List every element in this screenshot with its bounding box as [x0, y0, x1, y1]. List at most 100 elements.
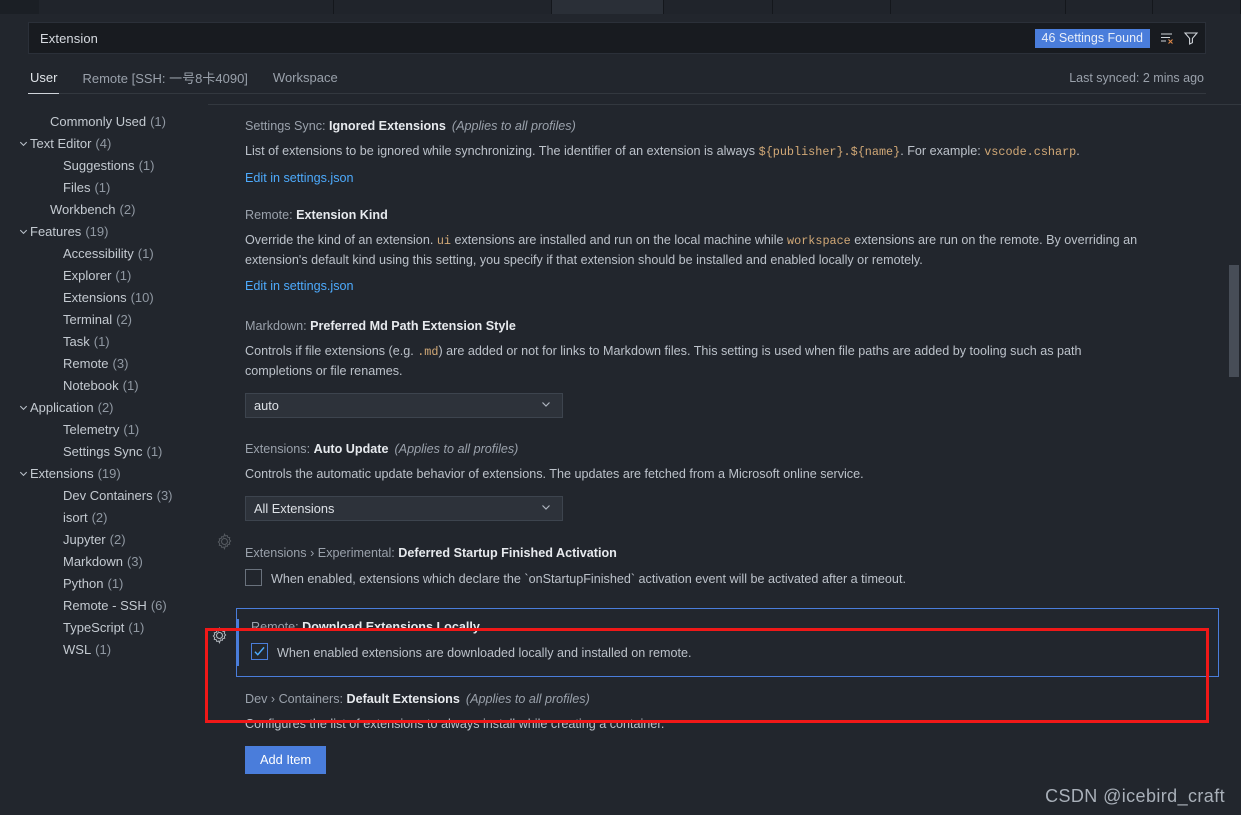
settings-search-area: Extension 46 Settings Found [28, 22, 1206, 54]
setting-title: Remote: Extension Kind [245, 207, 1181, 224]
editor-tab-active[interactable] [552, 0, 664, 14]
toc-item-settings-sync[interactable]: Settings Sync (1) [0, 440, 208, 462]
chevron-down-icon[interactable] [16, 462, 30, 484]
deferred-activation-checkbox-row[interactable]: When enabled, extensions which declare t… [245, 569, 1181, 588]
md-path-style-dropdown[interactable]: auto [245, 393, 563, 418]
toc-item-terminal[interactable]: Terminal (2) [0, 308, 208, 330]
toc-item-remote[interactable]: Remote (3) [0, 352, 208, 374]
setting-title: Remote: Download Extensions Locally [251, 619, 1198, 636]
toc-item-typescript[interactable]: TypeScript (1) [0, 616, 208, 638]
toc-item-label: Explorer [63, 267, 112, 283]
funnel-filter-icon[interactable] [1181, 28, 1201, 48]
toc-item-label: Workbench [50, 201, 116, 217]
toc-item-count: (2) [91, 509, 108, 525]
setting-remote-download-extensions-locally[interactable]: Remote: Download Extensions Locally When… [212, 608, 1219, 677]
chevron-down-icon[interactable] [16, 132, 30, 154]
toc-item-label: Terminal [63, 311, 113, 327]
setting-extensions-auto-update[interactable]: Extensions: Auto Update (Applies to all p… [208, 424, 1241, 527]
setting-title: Extensions: Auto Update (Applies to all p… [245, 441, 1181, 458]
setting-category: Dev › Containers: [245, 692, 347, 706]
settings-toc: Commonly Used (1) Text Editor (4) Suggestion… [0, 104, 208, 815]
desc-part: extensions are installed and run on the … [451, 233, 788, 247]
setting-title: Dev › Containers: Default Extensions (App… [245, 691, 1181, 708]
setting-remote-extension-kind[interactable]: Remote: Extension Kind Override the kind… [208, 193, 1241, 301]
inline-code: vscode.csharp [984, 145, 1077, 159]
editor-tab[interactable] [663, 0, 774, 14]
toc-item-task[interactable]: Task (1) [0, 330, 208, 352]
toc-item-python[interactable]: Python (1) [0, 572, 208, 594]
toc-item-features[interactable]: Features (19) [0, 220, 208, 242]
tab-workspace[interactable]: Workspace [271, 62, 340, 94]
toc-item-files[interactable]: Files (1) [0, 176, 208, 198]
settings-scrollbar[interactable] [1227, 105, 1241, 815]
toc-item-label: isort [63, 509, 88, 525]
download-locally-checkbox-row[interactable]: When enabled extensions are downloaded l… [251, 643, 1198, 662]
auto-update-dropdown[interactable]: All Extensions [245, 496, 563, 521]
setting-extensions-experimental-deferred-startup-finished-activation[interactable]: Extensions › Experimental: Deferred Star… [208, 527, 1241, 594]
scrollbar-thumb[interactable] [1229, 265, 1239, 377]
toc-item-suggestions[interactable]: Suggestions (1) [0, 154, 208, 176]
toc-item-telemetry[interactable]: Telemetry (1) [0, 418, 208, 440]
toc-item-accessibility[interactable]: Accessibility (1) [0, 242, 208, 264]
setting-dev-containers-default-extensions[interactable]: Dev › Containers: Default Extensions (App… [208, 679, 1241, 780]
gear-icon[interactable] [216, 532, 233, 551]
clear-filter-icon[interactable] [1157, 28, 1177, 48]
editor-tab[interactable] [1152, 0, 1241, 14]
edit-in-settings-json-link[interactable]: Edit in settings.json [245, 171, 354, 185]
chevron-down-icon[interactable] [16, 220, 30, 242]
chevron-down-icon[interactable] [16, 396, 30, 418]
setting-name: Download Extensions Locally [302, 620, 480, 634]
setting-description: Override the kind of an extension. ui ex… [245, 231, 1180, 270]
toc-item-count: (3) [126, 553, 143, 569]
edit-in-settings-json-link[interactable]: Edit in settings.json [245, 279, 354, 293]
editor-tab[interactable] [334, 0, 553, 14]
dropdown-value: auto [254, 398, 279, 413]
toc-item-count: (1) [95, 641, 112, 657]
toc-item-remote-ssh[interactable]: Remote - SSH (6) [0, 594, 208, 616]
toc-item-count: (1) [122, 377, 139, 393]
add-item-button[interactable]: Add Item [245, 746, 327, 774]
editor-tab[interactable] [38, 0, 335, 14]
editor-tab[interactable] [1065, 0, 1153, 14]
editor-tab-strip [0, 0, 1241, 14]
setting-category: Markdown: [245, 319, 311, 333]
toc-item-extensions[interactable]: Extensions (19) [0, 462, 208, 484]
setting-settings-sync-ignored-extensions[interactable]: Settings Sync: Ignored Extensions (Applie… [208, 105, 1241, 193]
inline-code: ui [436, 234, 451, 248]
toc-item-count: (2) [119, 201, 136, 217]
inline-code: ${publisher}.${name} [758, 145, 901, 159]
settings-search-box[interactable]: Extension 46 Settings Found [28, 22, 1206, 54]
toc-item-count: (1) [146, 443, 163, 459]
setting-title: Markdown: Preferred Md Path Extension St… [245, 318, 1181, 335]
download-locally-checkbox[interactable] [251, 643, 268, 660]
vscode-settings-window: Extension 46 Settings Found User Remote … [0, 0, 1241, 815]
settings-scope-tabs: User Remote [SSH: 一号8卡4090] Workspace La… [28, 62, 1206, 94]
toc-item-text-editor[interactable]: Text Editor (4) [0, 132, 208, 154]
editor-tab[interactable] [773, 0, 892, 14]
sync-status-text: Last synced: 2 mins ago [1069, 70, 1204, 85]
toc-item-commonly-used[interactable]: Commonly Used (1) [0, 110, 208, 132]
toc-item-dev-containers[interactable]: Dev Containers (3) [0, 484, 208, 506]
deferred-activation-checkbox[interactable] [245, 569, 262, 586]
toc-item-extensions[interactable]: Extensions (10) [0, 286, 208, 308]
toc-item-label: Suggestions [63, 157, 135, 173]
toc-item-markdown[interactable]: Markdown (3) [0, 550, 208, 572]
toc-item-workbench[interactable]: Workbench (2) [0, 198, 208, 220]
toc-item-count: (3) [156, 487, 173, 503]
setting-category: Extensions › Experimental: [245, 546, 399, 560]
toc-item-notebook[interactable]: Notebook (1) [0, 374, 208, 396]
toc-item-wsl[interactable]: WSL (1) [0, 638, 208, 660]
toc-item-label: Text Editor [30, 135, 92, 151]
gear-icon[interactable] [211, 626, 228, 645]
toc-item-label: Telemetry [63, 421, 120, 437]
toc-item-jupyter[interactable]: Jupyter (2) [0, 528, 208, 550]
search-input[interactable]: Extension [29, 31, 1035, 46]
editor-tab[interactable] [891, 0, 1066, 14]
toc-item-label: Jupyter [63, 531, 106, 547]
tab-user[interactable]: User [28, 62, 60, 94]
toc-item-application[interactable]: Application (2) [0, 396, 208, 418]
toc-item-isort[interactable]: isort (2) [0, 506, 208, 528]
setting-markdown-preferred-md-path-extension-style[interactable]: Markdown: Preferred Md Path Extension St… [208, 301, 1241, 424]
toc-item-explorer[interactable]: Explorer (1) [0, 264, 208, 286]
tab-remote-ssh[interactable]: Remote [SSH: 一号8卡4090] [80, 62, 249, 94]
